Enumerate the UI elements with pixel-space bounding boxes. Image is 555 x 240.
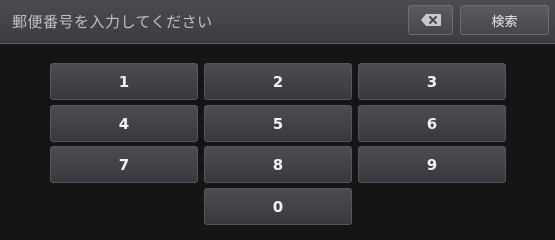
key-label: 3 <box>426 72 438 91</box>
key-label: 5 <box>272 114 284 133</box>
search-button-label: 検索 <box>491 14 518 30</box>
key-7[interactable]: 7 <box>50 146 198 183</box>
key-5[interactable]: 5 <box>204 105 352 142</box>
key-label: 7 <box>118 155 130 174</box>
key-label: 2 <box>272 72 284 91</box>
key-1[interactable]: 1 <box>50 63 198 100</box>
header-bar: 郵便番号を入力してください 検索 <box>0 0 555 44</box>
key-label: 8 <box>272 155 284 174</box>
backspace-icon <box>420 14 441 26</box>
key-label: 1 <box>118 72 130 91</box>
key-label: 9 <box>426 155 438 174</box>
key-3[interactable]: 3 <box>358 63 506 100</box>
key-2[interactable]: 2 <box>204 63 352 100</box>
key-label: 6 <box>426 114 438 133</box>
key-0[interactable]: 0 <box>204 188 352 225</box>
search-button[interactable]: 検索 <box>460 5 549 35</box>
key-9[interactable]: 9 <box>358 146 506 183</box>
prompt-text: 郵便番号を入力してください <box>12 13 213 31</box>
key-4[interactable]: 4 <box>50 105 198 142</box>
key-6[interactable]: 6 <box>358 105 506 142</box>
backspace-button[interactable] <box>408 5 453 35</box>
key-8[interactable]: 8 <box>204 146 352 183</box>
key-label: 4 <box>118 114 130 133</box>
key-label: 0 <box>272 197 284 216</box>
